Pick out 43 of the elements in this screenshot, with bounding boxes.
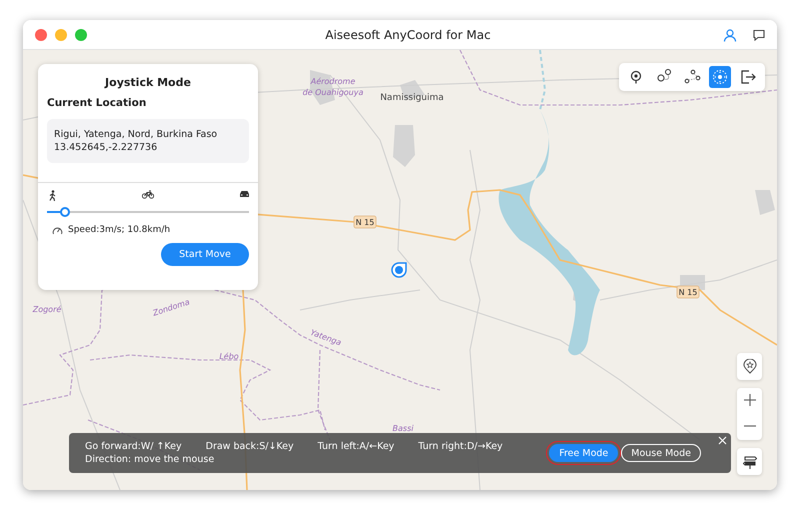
mode-button[interactable]: Mouse Mode [621,444,701,462]
walking-icon[interactable] [48,190,57,201]
map-label: Namissiguima [380,93,444,103]
car-icon[interactable] [239,190,250,198]
slider-thumb[interactable] [60,207,70,217]
road-shield: N 15 [354,216,376,228]
coordinates-text: 13.452645,-2.227736 [54,141,158,154]
speed-text: Speed:3m/s; 10.8km/h [68,225,170,235]
zoom-in-button[interactable] [744,394,756,406]
map-label: Bassi [392,424,414,433]
key-hint: Go forward:W/ ↑Key [85,441,182,452]
built-area [393,125,415,167]
joystick-icon [711,68,729,86]
exit-icon [739,68,757,86]
map-label: Aérodrome [310,77,356,86]
direction-hint: Direction: move the mouse [85,454,216,465]
key-hint: Turn right:D/→Key [418,441,503,452]
panel-title: Joystick Mode [103,76,192,89]
window-title: Aiseesoft AnyCoord for Mac [324,28,492,42]
location-marker-icon[interactable] [391,262,407,278]
map-label: Lébo [219,352,239,361]
road-shield: N 15 [676,286,700,298]
signpost-button[interactable] [737,448,762,475]
bicycle-icon[interactable] [142,190,154,199]
key-hint: Turn left:A/←Key [318,441,394,452]
section-heading: Current Location [47,97,148,109]
user-icon[interactable] [723,28,737,42]
map-label: Zogoré [32,305,62,314]
close-icon[interactable] [718,436,727,445]
address-text: Rigui, Yatenga, Nord, Burkina Faso [54,128,218,141]
close-window-button[interactable] [35,28,47,40]
favorites-button[interactable] [737,353,762,380]
map-label: de Ouahigouya [302,88,364,97]
message-icon[interactable] [753,28,765,40]
signpost-icon [742,454,756,468]
speedometer-icon [52,226,63,234]
key-hint: Draw back:S/↓Key [206,441,294,452]
river [539,50,546,110]
waypoints-icon [683,68,701,86]
start-move-button[interactable]: Start Move [161,243,249,266]
mode-button[interactable]: Free Mode [549,444,618,462]
built-area [755,190,775,215]
star-pin-icon [742,359,756,374]
